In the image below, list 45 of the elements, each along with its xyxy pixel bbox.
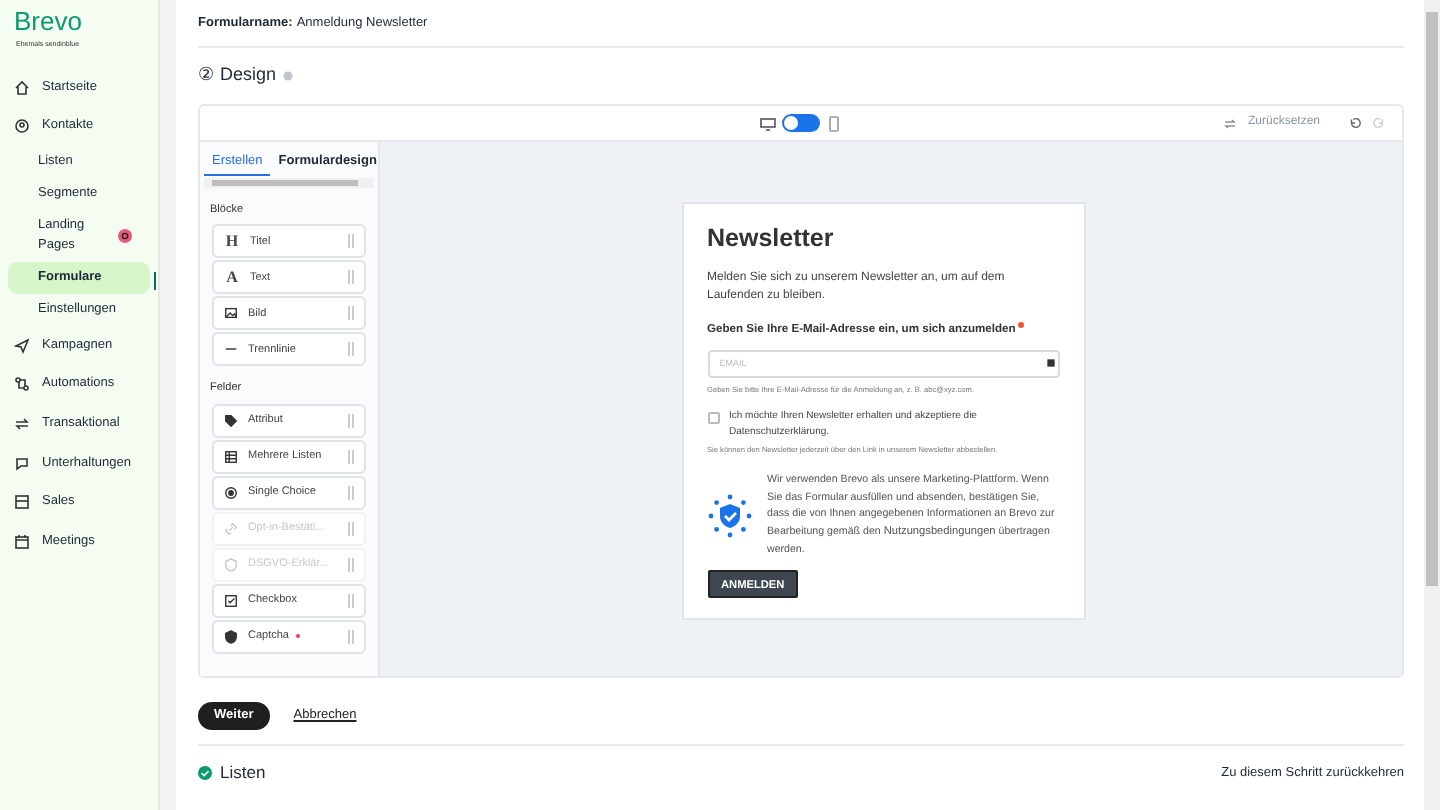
drag-handle[interactable] [348,270,354,285]
scrollbar[interactable] [1424,0,1440,810]
drag-handle[interactable] [348,449,354,463]
step-number: ② [198,62,214,89]
drag-handle[interactable] [348,413,354,427]
image-icon [224,306,238,321]
link-icon [224,521,238,535]
contacts-icon [14,118,30,135]
shield-icon [224,557,238,571]
sales-board-icon [14,494,30,511]
step-title: Design [220,62,277,89]
checkbox[interactable] [707,412,719,425]
shield-icon [224,629,238,643]
drag-handle[interactable] [348,234,354,249]
block-icon: H [224,229,240,254]
device-toggle[interactable] [782,114,820,132]
desktop-icon [760,115,776,131]
scrollbar[interactable] [204,178,374,188]
form-title: Newsletter [707,226,836,251]
drag-handle[interactable] [348,629,354,643]
home-icon [14,79,30,96]
logo: Brevo [14,8,82,34]
scrollbar[interactable] [160,0,176,810]
drag-handle[interactable] [348,306,354,321]
chat-bubble-icon [14,455,30,472]
block-icon: A [224,265,240,290]
drag-handle[interactable] [348,593,354,607]
list-grid-icon [224,449,238,463]
calendar-icon [14,533,30,550]
checkbox-icon [224,593,238,607]
tag-icon [224,413,238,427]
info-icon [282,70,295,82]
mobile-phone-icon [826,115,842,131]
shield-badge-icon [707,493,751,538]
paper-plane-icon [14,337,30,354]
undo-icon [1348,116,1362,130]
reset-icon [1221,115,1238,131]
automation-icon [14,376,30,393]
arrows-icon [14,415,30,432]
scrollbar-thumb[interactable] [1426,12,1438,586]
drag-handle[interactable] [348,485,354,499]
step-title: Listen [220,760,266,786]
drag-handle[interactable] [348,342,354,357]
radio-icon [224,485,238,499]
redo-icon [1372,116,1386,130]
